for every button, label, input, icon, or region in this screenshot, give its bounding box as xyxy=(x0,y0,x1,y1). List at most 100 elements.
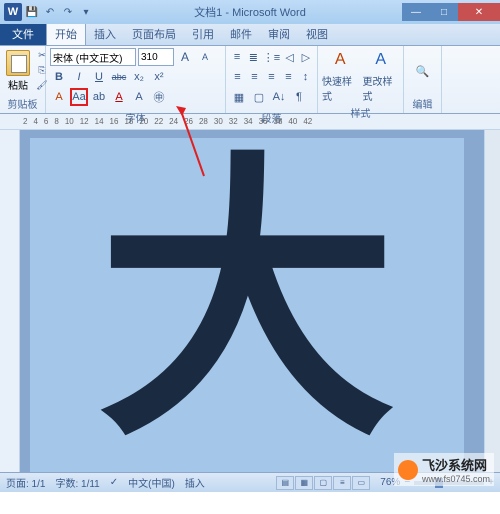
web-view-icon[interactable]: ▢ xyxy=(314,476,332,490)
ruler-tick: 10 xyxy=(62,117,77,126)
italic-button[interactable]: I xyxy=(70,68,88,86)
ruler-tick: 42 xyxy=(300,117,315,126)
group-styles: A 快速样式 A 更改样式 样式 xyxy=(318,46,404,113)
tab-page-layout[interactable]: 页面布局 xyxy=(124,23,184,45)
draft-view-icon[interactable]: ▭ xyxy=(352,476,370,490)
outline-view-icon[interactable]: ≡ xyxy=(333,476,351,490)
ruler-tick: 16 xyxy=(107,117,122,126)
word-app-icon[interactable]: W xyxy=(4,3,22,21)
grow-font-icon[interactable]: A xyxy=(176,48,194,66)
font-color-button[interactable]: A xyxy=(110,88,128,106)
ruler-tick: 32 xyxy=(226,117,241,126)
phonetic-button[interactable]: ㊥ xyxy=(150,88,168,106)
ruler-tick: 20 xyxy=(136,117,151,126)
ruler-tick: 2 xyxy=(20,117,30,126)
align-center-icon[interactable]: ≡ xyxy=(247,68,262,86)
tab-review[interactable]: 审阅 xyxy=(260,23,298,45)
subscript-button[interactable]: x₂ xyxy=(130,68,148,86)
char-border-button[interactable]: A xyxy=(130,88,148,106)
font-name-combo[interactable]: 宋体 (中文正文) xyxy=(50,48,136,66)
horizontal-ruler[interactable]: 2 4 6 8 10 12 14 16 18 20 22 24 26 28 30… xyxy=(0,114,500,130)
minimize-button[interactable]: — xyxy=(402,3,430,21)
multilevel-icon[interactable]: ⋮≡ xyxy=(263,48,281,66)
window-controls: — □ ✕ xyxy=(402,3,500,21)
line-spacing-icon[interactable]: ↕ xyxy=(298,68,313,86)
bullets-icon[interactable]: ≡ xyxy=(230,48,244,66)
ruler-tick: 4 xyxy=(30,117,40,126)
superscript-button[interactable]: x² xyxy=(150,68,168,86)
change-styles-label: 更改样式 xyxy=(363,73,400,103)
qat-dropdown-icon[interactable]: ▾ xyxy=(78,4,94,20)
shading-icon[interactable]: ▦ xyxy=(230,88,248,106)
undo-icon[interactable]: ↶ xyxy=(42,4,58,20)
numbering-icon[interactable]: ≣ xyxy=(246,48,260,66)
align-left-icon[interactable]: ≡ xyxy=(230,68,245,86)
window-title: 文档1 - Microsoft Word xyxy=(194,4,306,20)
ruler-tick: 28 xyxy=(196,117,211,126)
ruler-tick: 18 xyxy=(121,117,136,126)
ruler-tick: 12 xyxy=(77,117,92,126)
paste-label: 粘贴 xyxy=(8,77,28,92)
tab-view[interactable]: 视图 xyxy=(298,23,336,45)
ribbon: 粘贴 ✂ ⎘ 🖌 剪贴板 宋体 (中文正文) 310 A A B I U abc xyxy=(0,46,500,114)
fullscreen-view-icon[interactable]: ▦ xyxy=(295,476,313,490)
status-page[interactable]: 页面: 1/1 xyxy=(6,475,45,490)
text-effects-button[interactable]: A xyxy=(50,88,68,106)
watermark: 飞沙系统网 www.fs0745.com xyxy=(394,453,494,486)
vertical-scrollbar[interactable] xyxy=(484,130,500,472)
decrease-indent-icon[interactable]: ◁ xyxy=(283,48,297,66)
paste-icon xyxy=(6,50,30,76)
ruler-tick: 24 xyxy=(166,117,181,126)
change-case-button[interactable]: Aa xyxy=(70,88,88,106)
group-clipboard: 粘贴 ✂ ⎘ 🖌 剪贴板 xyxy=(0,46,46,113)
print-layout-view-icon[interactable]: ▤ xyxy=(276,476,294,490)
underline-button[interactable]: U xyxy=(90,68,108,86)
group-editing: 🔍 编辑 xyxy=(404,46,442,113)
bold-button[interactable]: B xyxy=(50,68,68,86)
close-button[interactable]: ✕ xyxy=(458,3,500,21)
tab-references[interactable]: 引用 xyxy=(184,23,222,45)
highlight-button[interactable]: ab xyxy=(90,88,108,106)
ruler-tick: 30 xyxy=(211,117,226,126)
ruler-tick: 22 xyxy=(151,117,166,126)
editing-group-label: 编辑 xyxy=(408,94,437,111)
align-right-icon[interactable]: ≡ xyxy=(264,68,279,86)
document-page[interactable]: 大 xyxy=(30,138,464,472)
show-marks-icon[interactable]: ¶ xyxy=(290,88,308,106)
status-proofing-icon[interactable]: ✓ xyxy=(110,477,118,488)
styles-group-label: 样式 xyxy=(322,103,399,120)
tab-file[interactable]: 文件 xyxy=(0,23,46,45)
watermark-url: www.fs0745.com xyxy=(422,474,490,484)
paste-button[interactable]: 粘贴 xyxy=(4,48,32,94)
redo-icon[interactable]: ↷ xyxy=(60,4,76,20)
group-font: 宋体 (中文正文) 310 A A B I U abc x₂ x² A Aa a… xyxy=(46,46,226,113)
sort-icon[interactable]: A↓ xyxy=(270,88,288,106)
borders-icon[interactable]: ▢ xyxy=(250,88,268,106)
status-insert-mode[interactable]: 插入 xyxy=(185,475,205,490)
tab-mailings[interactable]: 邮件 xyxy=(222,23,260,45)
status-language[interactable]: 中文(中国) xyxy=(128,475,175,490)
ruler-tick: 6 xyxy=(41,117,51,126)
ruler-tick: 26 xyxy=(181,117,196,126)
find-icon[interactable]: 🔍 xyxy=(414,62,432,80)
ruler-tick: 38 xyxy=(271,117,286,126)
save-icon[interactable]: 💾 xyxy=(24,4,40,20)
increase-indent-icon[interactable]: ▷ xyxy=(299,48,313,66)
view-buttons: ▤ ▦ ▢ ≡ ▭ xyxy=(276,476,370,490)
document-text[interactable]: 大 xyxy=(97,155,397,455)
shrink-font-icon[interactable]: A xyxy=(196,48,214,66)
tab-home[interactable]: 开始 xyxy=(46,22,86,45)
font-size-combo[interactable]: 310 xyxy=(138,48,174,66)
tab-insert[interactable]: 插入 xyxy=(86,23,124,45)
strikethrough-button[interactable]: abc xyxy=(110,68,128,86)
change-styles-button[interactable]: A 更改样式 xyxy=(363,48,400,103)
vertical-ruler[interactable] xyxy=(0,130,20,472)
quick-styles-label: 快速样式 xyxy=(322,73,359,103)
quick-styles-icon: A xyxy=(328,48,352,72)
document-area: 大 xyxy=(0,130,500,472)
maximize-button[interactable]: □ xyxy=(430,3,458,21)
ruler-tick: 8 xyxy=(51,117,61,126)
justify-icon[interactable]: ≡ xyxy=(281,68,296,86)
status-word-count[interactable]: 字数: 1/11 xyxy=(55,475,99,490)
quick-styles-button[interactable]: A 快速样式 xyxy=(322,48,359,103)
